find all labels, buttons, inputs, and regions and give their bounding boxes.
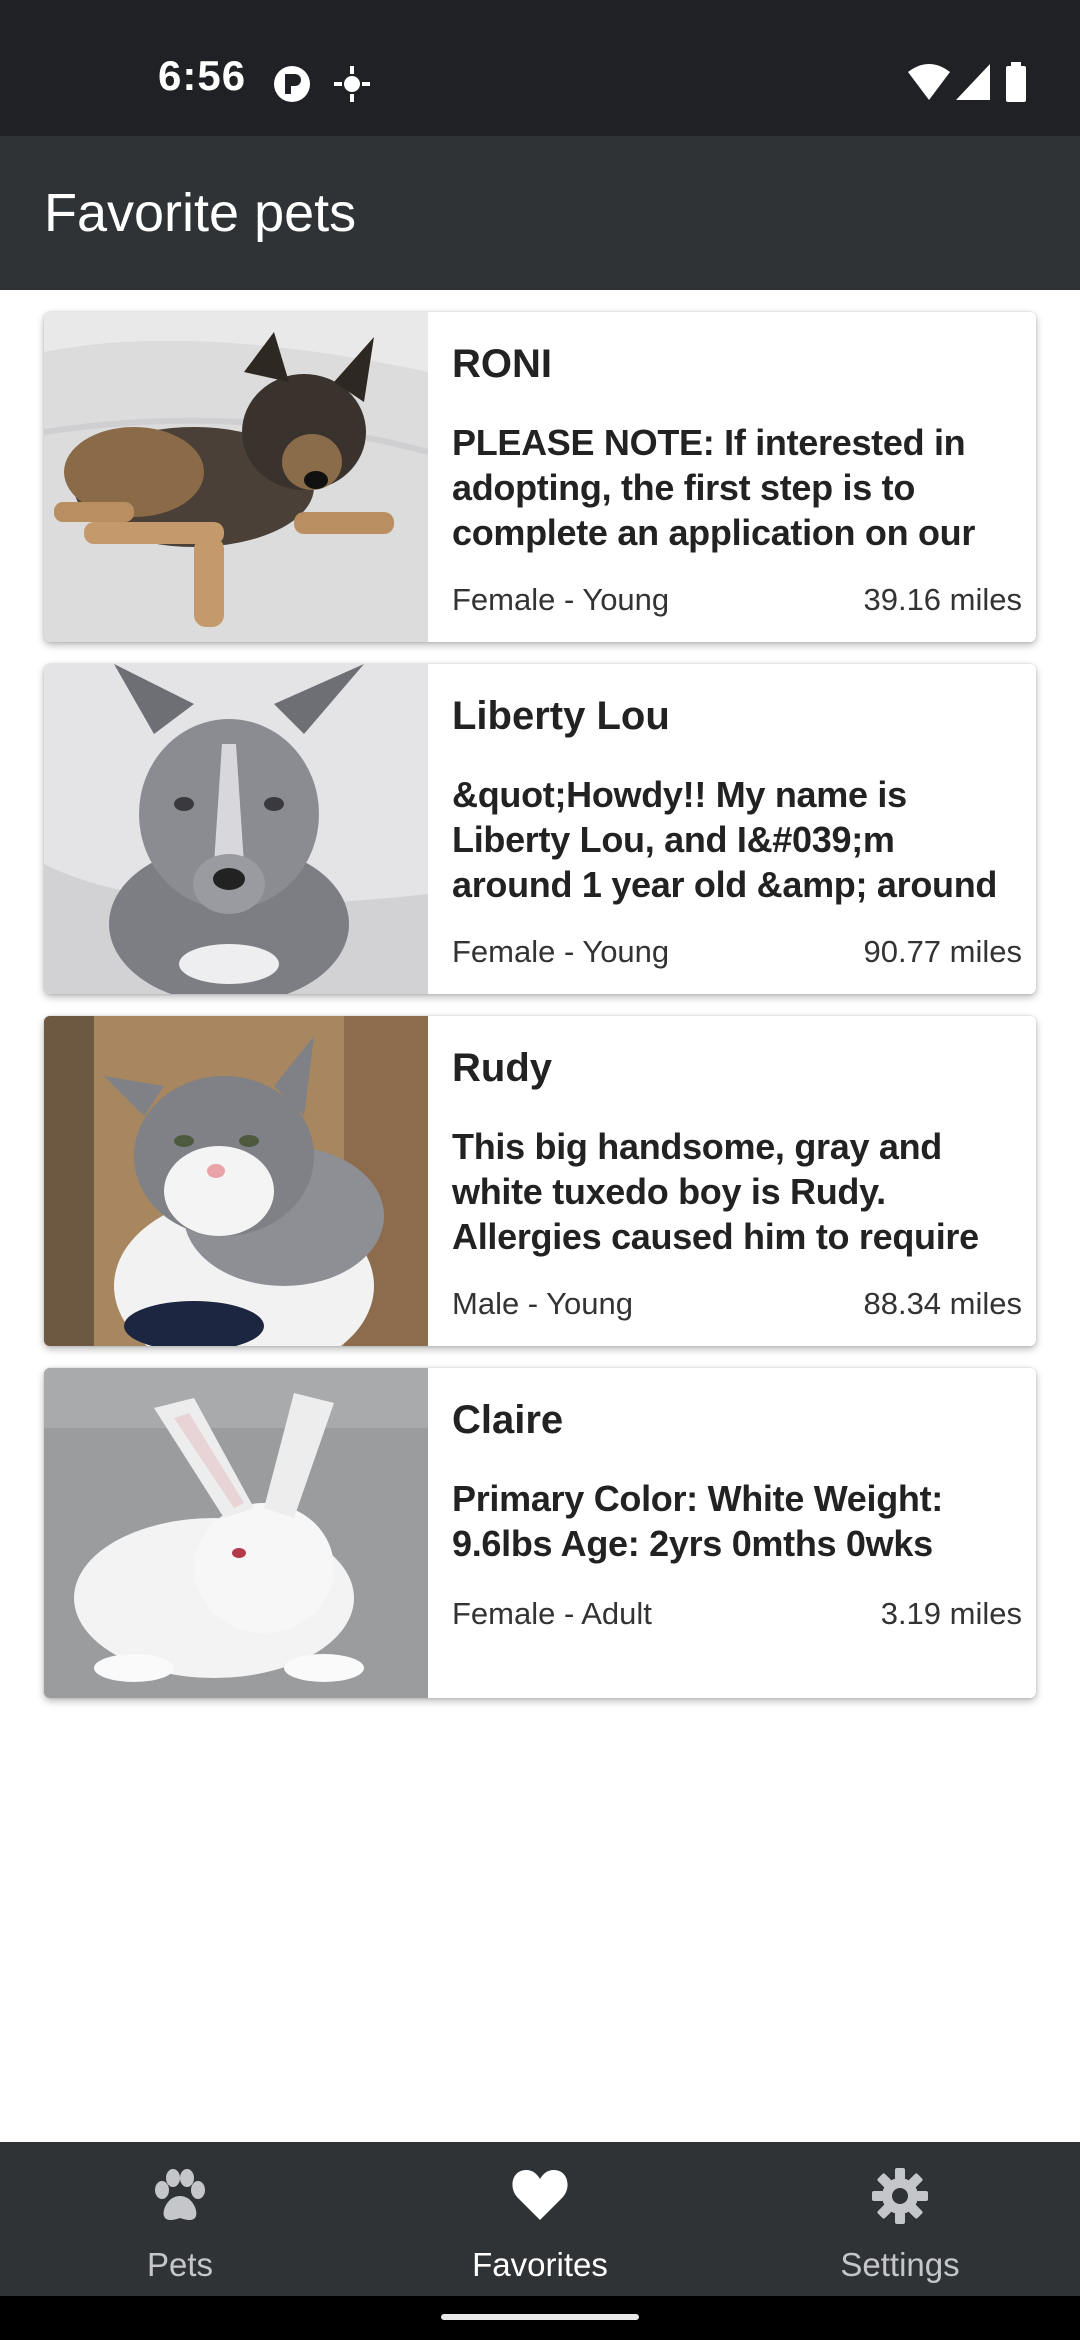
- pet-distance: 3.19 miles: [880, 1596, 1022, 1631]
- gesture-bar: [0, 2296, 1080, 2340]
- pet-description: &quot;Howdy!! My name is Liberty Lou, an…: [452, 774, 998, 905]
- pet-info: Liberty Lou &quot;Howdy!! My name is Lib…: [452, 664, 1022, 994]
- rabbit-photo: [44, 1368, 428, 1698]
- pet-distance: 90.77 miles: [863, 934, 1022, 969]
- dog-photo: [44, 664, 428, 994]
- pet-distance: 39.16 miles: [863, 582, 1022, 617]
- status-time: 6:56: [158, 52, 247, 99]
- nav-settings[interactable]: Settings: [720, 2142, 1080, 2296]
- pet-distance: 88.34 miles: [863, 1286, 1022, 1321]
- nav-settings-label: Settings: [840, 2246, 960, 2283]
- gear-icon: [872, 2168, 928, 2224]
- pet-gender-age: Female - Adult: [452, 1596, 652, 1631]
- heart-icon: [512, 2170, 568, 2220]
- cat-photo: [44, 1016, 428, 1346]
- page-title: Favorite pets: [44, 183, 357, 243]
- pet-description: This big handsome, gray and white tuxedo…: [452, 1126, 979, 1257]
- pet-card[interactable]: RONI PLEASE NOTE: If interested in adopt…: [44, 312, 1036, 642]
- nav-favorites-label: Favorites: [472, 2246, 608, 2283]
- pet-name: RONI: [452, 342, 552, 386]
- pet-card[interactable]: Claire Primary Color: White Weight: 9.6l…: [44, 1368, 1036, 1698]
- home-gesture-handle[interactable]: [441, 2314, 639, 2320]
- battery-icon: [1006, 62, 1026, 102]
- pet-gender-age: Female - Young: [452, 582, 670, 617]
- pet-name: Rudy: [452, 1046, 552, 1090]
- pet-description: Primary Color: White Weight: 9.6lbs Age:…: [452, 1478, 943, 1564]
- nav-pets-label: Pets: [146, 2246, 214, 2283]
- pet-card[interactable]: Liberty Lou &quot;Howdy!! My name is Lib…: [44, 664, 1036, 994]
- pet-gender-age: Female - Young: [452, 934, 670, 969]
- app-notification-icon: [274, 66, 310, 102]
- paw-icon: [155, 2169, 205, 2220]
- pet-name: Claire: [452, 1398, 564, 1442]
- nav-pets[interactable]: Pets: [0, 2142, 360, 2296]
- pet-info: Rudy This big handsome, gray and white t…: [452, 1016, 1022, 1346]
- pet-description: PLEASE NOTE: If interested in adopting, …: [452, 422, 976, 553]
- dog-photo: [44, 312, 428, 642]
- wifi-icon: [908, 64, 950, 100]
- pet-gender-age: Male - Young: [452, 1286, 633, 1321]
- location-icon: [334, 66, 370, 102]
- app-bar: Favorite pets: [0, 136, 1080, 290]
- pet-info: Claire Primary Color: White Weight: 9.6l…: [452, 1368, 1022, 1698]
- status-bar: 6:56: [0, 0, 1080, 136]
- nav-favorites[interactable]: Favorites: [360, 2142, 720, 2296]
- pet-info: RONI PLEASE NOTE: If interested in adopt…: [452, 312, 1022, 642]
- pet-card[interactable]: Rudy This big handsome, gray and white t…: [44, 1016, 1036, 1346]
- pet-name: Liberty Lou: [452, 694, 670, 738]
- bottom-navigation: Pets Favorites Settings: [0, 2142, 1080, 2296]
- signal-icon: [956, 64, 990, 100]
